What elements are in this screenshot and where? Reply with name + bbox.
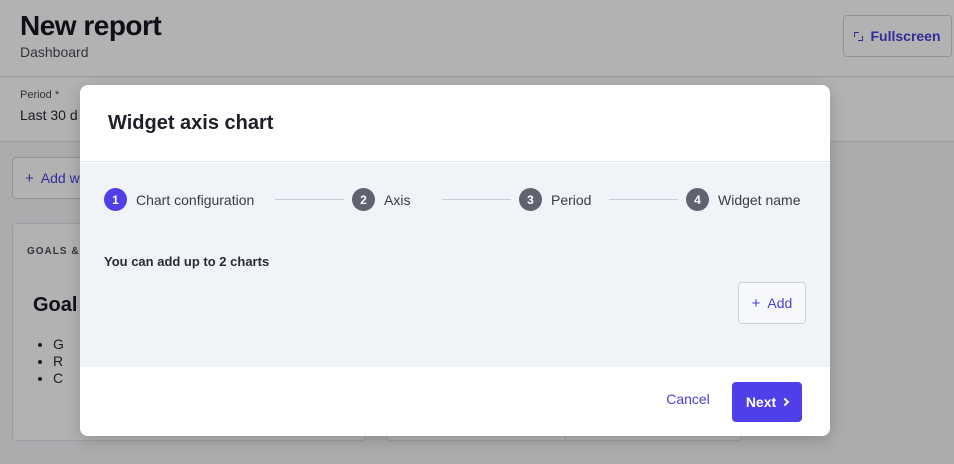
step-connector <box>275 199 344 200</box>
step-connector <box>442 199 511 200</box>
modal-body: 1 Chart configuration 2 Axis 3 Period 4 … <box>80 163 830 367</box>
step-number: 2 <box>352 188 375 211</box>
modal-header: Widget axis chart <box>80 85 830 162</box>
step-label: Chart configuration <box>136 191 255 208</box>
step-number: 4 <box>686 188 709 211</box>
chart-limit-text: You can add up to 2 charts <box>104 254 270 269</box>
cancel-button[interactable]: Cancel <box>656 381 720 417</box>
plus-icon: + <box>751 294 761 312</box>
step-axis[interactable]: 2 Axis <box>352 188 410 211</box>
next-label: Next <box>745 394 777 410</box>
step-label: Widget name <box>718 191 801 208</box>
step-label: Period <box>551 191 592 208</box>
step-widget-name[interactable]: 4 Widget name <box>686 188 800 211</box>
stepper: 1 Chart configuration 2 Axis 3 Period 4 … <box>104 188 806 212</box>
modal-footer: Cancel Next <box>80 367 830 436</box>
widget-axis-chart-modal: Widget axis chart 1 Chart configuration … <box>80 85 830 436</box>
step-period[interactable]: 3 Period <box>519 188 591 211</box>
step-label: Axis <box>384 191 411 208</box>
step-connector <box>609 199 678 200</box>
step-chart-configuration[interactable]: 1 Chart configuration <box>104 188 254 211</box>
modal-title: Widget axis chart <box>108 112 274 134</box>
add-chart-label: Add <box>767 295 793 311</box>
chevron-right-icon <box>780 397 790 407</box>
step-number: 3 <box>519 188 542 211</box>
step-number: 1 <box>104 188 127 211</box>
next-button[interactable]: Next <box>732 382 802 422</box>
add-chart-button[interactable]: + Add <box>738 282 806 324</box>
